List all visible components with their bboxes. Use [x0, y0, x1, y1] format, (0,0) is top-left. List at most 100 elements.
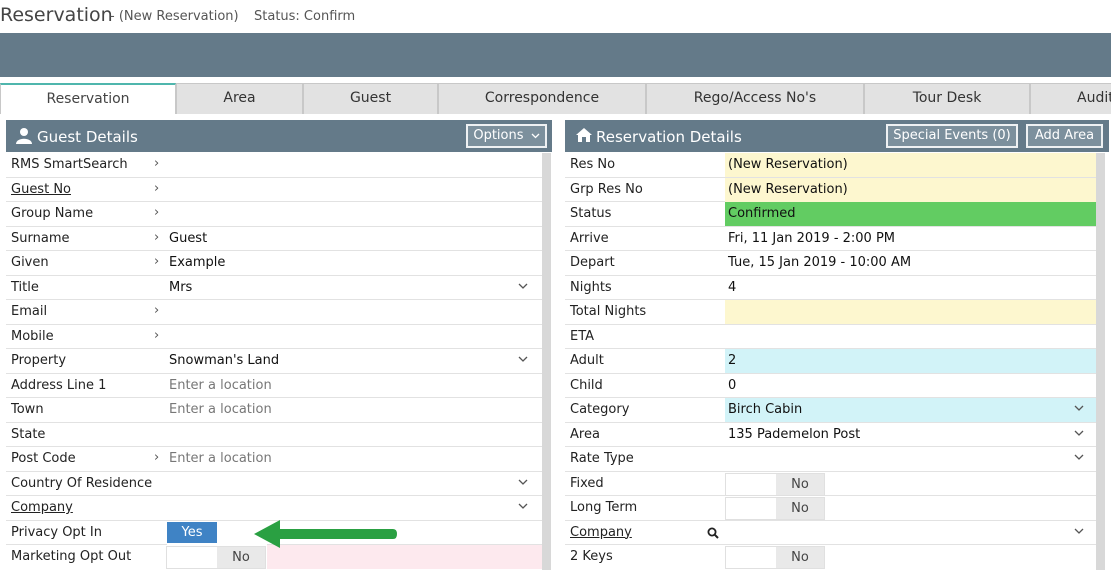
field-label: Child [570, 377, 603, 393]
add-area-button[interactable]: Add Area [1026, 124, 1103, 148]
chevron-down-icon [1074, 430, 1084, 436]
guest-panel-scrollbar[interactable] [542, 153, 551, 570]
special-events-button[interactable]: Special Events (0) [886, 124, 1018, 148]
reservation-details-title: Reservation Details [596, 128, 742, 146]
guest-row-post-code: Post Code › Enter a location [6, 447, 542, 472]
company-link[interactable]: Company [11, 500, 73, 515]
res-row-category: Category Birch Cabin [565, 398, 1096, 423]
toggle-no[interactable]: No [776, 547, 824, 568]
fixed-toggle[interactable]: No [725, 472, 825, 496]
guest-no-field[interactable] [166, 178, 542, 202]
guest-row-surname: Surname › Guest [6, 227, 542, 251]
child-count-field[interactable]: 0 [725, 374, 1096, 398]
company-select[interactable] [725, 521, 1096, 545]
res-row-total-nights: Total Nights [565, 300, 1096, 325]
title-select[interactable]: Mrs [166, 276, 542, 300]
grp-res-no-field: (New Reservation) [725, 177, 1096, 202]
field-label: Depart [570, 255, 615, 270]
long-term-toggle[interactable]: No [725, 497, 825, 520]
res-row-res-no: Res No (New Reservation) [565, 153, 1096, 178]
field-label: Given [11, 255, 49, 270]
tab-reservation[interactable]: Reservation [0, 83, 176, 114]
mobile-field[interactable] [166, 325, 542, 349]
status-field[interactable]: Confirmed [725, 202, 1096, 226]
tab-guest[interactable]: Guest [303, 83, 438, 114]
group-name-field[interactable] [166, 202, 542, 226]
nights-field[interactable]: 4 [725, 276, 1096, 300]
area-select[interactable]: 135 Pademelon Post [725, 423, 1096, 447]
field-label: Post Code [11, 451, 76, 466]
home-icon [576, 128, 592, 142]
res-row-status: Status Confirmed [565, 202, 1096, 227]
field-label: Privacy Opt In [11, 524, 102, 540]
field-label: ETA [570, 328, 595, 344]
toggle-yes[interactable]: Yes [167, 521, 217, 543]
res-row-rate-type: Rate Type [565, 447, 1096, 472]
rate-type-select[interactable] [725, 447, 1096, 471]
toggle-no[interactable]: No [776, 498, 824, 519]
tab-area[interactable]: Area [176, 83, 303, 114]
address-line-1-input[interactable]: Enter a location [166, 374, 542, 398]
guest-row-group-name: Group Name › [6, 202, 542, 227]
guest-details-title: Guest Details [37, 128, 138, 146]
surname-field[interactable]: Guest [166, 227, 542, 251]
post-code-input[interactable]: Enter a location [166, 447, 542, 471]
res-row-grp-res-no: Grp Res No (New Reservation) [565, 177, 1096, 202]
field-label: Status [570, 206, 612, 221]
field-label: Fixed [570, 475, 604, 491]
guest-details-panel: Guest Details Options RMS SmartSearch › … [6, 120, 552, 570]
options-button[interactable]: Options [466, 124, 547, 148]
reservation-panel-scrollbar[interactable] [1096, 153, 1105, 570]
chevron-down-icon [531, 133, 540, 138]
reservation-details-panel: Reservation Details Special Events (0) A… [565, 120, 1109, 570]
tab-correspondence[interactable]: Correspondence [438, 83, 646, 114]
marketing-opt-out-toggle[interactable]: No [166, 546, 266, 569]
guest-row-address-line-1: Address Line 1 Enter a location [6, 374, 542, 398]
res-row-area: Area 135 Pademelon Post [565, 423, 1096, 447]
field-label: RMS SmartSearch [11, 157, 128, 172]
field-label: 2 Keys [570, 549, 613, 564]
field-label: Address Line 1 [11, 377, 107, 393]
field-label: Grp Res No [570, 181, 643, 197]
eta-field[interactable] [725, 325, 1096, 349]
field-label: Rate Type [570, 451, 634, 466]
guest-row-guest-no: Guest No › [6, 178, 542, 202]
field-label: Nights [570, 279, 612, 295]
field-label: Arrive [570, 230, 609, 246]
chevron-down-icon [518, 356, 528, 362]
field-label: Title [11, 279, 39, 295]
search-icon[interactable] [707, 527, 719, 539]
guest-row-email: Email › [6, 300, 542, 325]
tab-audit[interactable]: Audit [1030, 83, 1111, 114]
state-field[interactable] [166, 423, 542, 447]
arrive-date-field[interactable]: Fri, 11 Jan 2019 - 2:00 PM [725, 227, 1096, 251]
guest-row-title: Title Mrs [6, 276, 542, 300]
field-label: State [11, 426, 46, 442]
company-link[interactable]: Company [570, 525, 632, 540]
tab-tour-desk[interactable]: Tour Desk [864, 83, 1030, 114]
property-select[interactable]: Snowman's Land [166, 349, 542, 373]
res-row-arrive: Arrive Fri, 11 Jan 2019 - 2:00 PM [565, 227, 1096, 251]
town-input[interactable]: Enter a location [166, 398, 542, 422]
category-select[interactable]: Birch Cabin [725, 398, 1096, 422]
smartsearch-input[interactable] [166, 153, 542, 177]
guest-no-link[interactable]: Guest No [11, 182, 71, 197]
res-row-depart: Depart Tue, 15 Jan 2019 - 10:00 AM [565, 251, 1096, 276]
given-name-field[interactable]: Example [166, 251, 542, 275]
options-button-label: Options [473, 128, 524, 143]
tab-rego-access[interactable]: Rego/Access No's [646, 83, 864, 114]
depart-date-field[interactable]: Tue, 15 Jan 2019 - 10:00 AM [725, 251, 1096, 275]
total-nights-field [725, 300, 1096, 324]
adult-count-field[interactable]: 2 [725, 349, 1096, 373]
chevron-down-icon [1074, 405, 1084, 411]
field-label: Res No [570, 157, 616, 172]
field-label: Category [570, 402, 630, 417]
two-keys-toggle[interactable]: No [725, 546, 825, 569]
country-select[interactable] [166, 472, 542, 496]
email-field[interactable] [166, 300, 542, 324]
res-row-company: Company [565, 521, 1096, 545]
toggle-no[interactable]: No [776, 473, 824, 495]
guest-row-town: Town Enter a location [6, 398, 542, 423]
user-icon [16, 128, 32, 144]
chevron-right-icon: › [154, 450, 160, 465]
